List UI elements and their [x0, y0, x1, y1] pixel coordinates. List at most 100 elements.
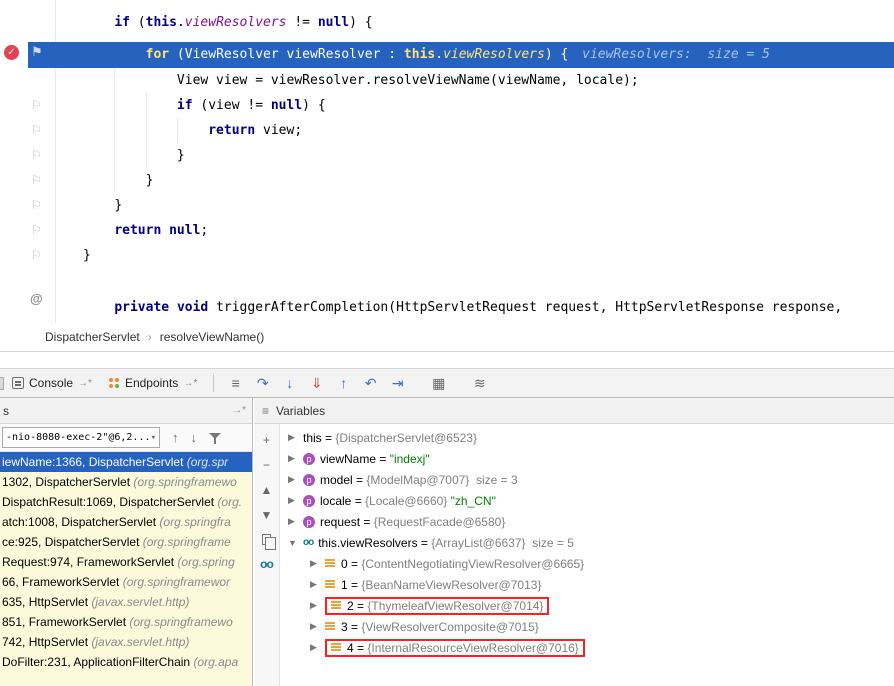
layout-menu-icon[interactable]: ≡ [222, 375, 249, 391]
chevron-right-icon[interactable]: ▶ [310, 579, 325, 590]
tab-endpoints[interactable]: Endpoints →* [100, 369, 205, 397]
code-line[interactable]: private void triggerAfterCompletion(Http… [28, 295, 894, 321]
variable-row[interactable]: ▶4 = {InternalResourceViewResolver@7016} [280, 637, 894, 658]
frame-location: iewName:1366, DispatcherServlet [2, 455, 187, 469]
stack-frame-row[interactable]: 66, FrameworkServlet (org.springframewor [0, 572, 252, 592]
code-indent [83, 47, 146, 62]
variable-row[interactable]: ▶2 = {ThymeleafViewResolver@7014} [280, 595, 894, 616]
code-line[interactable]: return view; [28, 118, 894, 144]
bookmark-flag-icon[interactable]: ⚐ [31, 168, 42, 193]
variable-row[interactable]: ▶pviewName = "indexj" [280, 448, 894, 469]
code-token: this [404, 47, 435, 62]
variable-row[interactable]: ▼oothis.viewResolvers = {ArrayList@6637}… [280, 532, 894, 553]
chevron-right-icon[interactable]: ▶ [288, 453, 303, 464]
chevron-down-icon[interactable]: ▼ [288, 538, 303, 548]
drop-frame-icon[interactable]: ↶ [357, 375, 384, 392]
stack-frame-row[interactable]: DispatchResult:1069, DispatcherServlet (… [0, 492, 252, 512]
variables-toolbar: + − ▲ ▼ oo [254, 424, 280, 686]
stack-frame-row[interactable]: Request:974, FrameworkServlet (org.sprin… [0, 552, 252, 572]
code-token: } [114, 198, 122, 213]
equals-sign: = [354, 641, 368, 655]
code-line[interactable]: } [28, 193, 894, 219]
breakpoint-hit-icon[interactable]: ✓ [4, 45, 19, 60]
stack-frame-row[interactable]: 1302, DispatcherServlet (org.springframe… [0, 472, 252, 492]
array-item-icon [325, 559, 335, 568]
breadcrumb-item-method[interactable]: resolveViewName() [160, 330, 264, 344]
variable-content: prequest = {RequestFacade@6580} [303, 515, 505, 529]
variable-value: {InternalResourceViewResolver@7016} [367, 641, 578, 655]
move-down-icon[interactable]: ▼ [261, 509, 273, 521]
toolbar-separator [213, 374, 214, 392]
variable-row[interactable]: ▶pmodel = {ModelMap@7007} size = 3 [280, 469, 894, 490]
code-line[interactable]: if (this.viewResolvers != null) { [28, 10, 894, 36]
stack-frame-row[interactable]: DoFilter:231, ApplicationFilterChain (or… [0, 652, 252, 672]
frame-location: atch:1008, DispatcherServlet [2, 515, 159, 529]
stack-frame-row[interactable]: 851, FrameworkServlet (org.springframewo [0, 612, 252, 632]
chevron-right-icon[interactable]: ▶ [310, 642, 325, 653]
variable-row[interactable]: ▶plocale = {Locale@6660} "zh_CN" [280, 490, 894, 511]
execution-line[interactable]: for (ViewResolver viewResolver : this.vi… [28, 42, 894, 68]
variable-row[interactable]: ▶this = {DispatcherServlet@6523} [280, 427, 894, 448]
code-line[interactable]: } [28, 168, 894, 194]
view-layout-grid-icon[interactable]: ▦ [425, 375, 452, 392]
bookmark-flag-icon[interactable]: ⚐ [31, 93, 42, 118]
code-token [161, 223, 169, 238]
array-item-icon [331, 601, 341, 610]
equals-sign: = [351, 494, 365, 508]
step-over-icon[interactable]: ↷ [249, 375, 276, 392]
chevron-right-icon[interactable]: ▶ [310, 621, 325, 632]
variable-row[interactable]: ▶0 = {ContentNegotiatingViewResolver@666… [280, 553, 894, 574]
add-watch-icon[interactable]: + [263, 434, 270, 446]
filter-icon[interactable] [209, 432, 221, 444]
tab-console-pin: →* [78, 378, 92, 389]
annotation-red-box: 2 = {ThymeleafViewResolver@7014} [325, 597, 549, 615]
code-line[interactable]: if (view != null) { [28, 93, 894, 119]
bookmark-flag-icon[interactable]: ⚐ [31, 193, 42, 218]
evaluate-renderers-icon[interactable]: ≋ [466, 375, 493, 392]
bookmark-flag-icon[interactable]: ⚐ [31, 143, 42, 168]
stack-frame-row[interactable]: 742, HttpServlet (javax.servlet.http) [0, 632, 252, 652]
bookmark-flag-icon[interactable]: ⚐ [31, 243, 42, 268]
show-watches-icon[interactable]: oo [260, 558, 273, 570]
step-into-icon[interactable]: ↓ [276, 375, 303, 391]
bookmark-flag-icon[interactable]: ⚐ [31, 118, 42, 143]
thread-selector[interactable]: -nio-8080-exec-2"@6,2... ▾ [2, 427, 160, 448]
breadcrumb-item-class[interactable]: DispatcherServlet [45, 330, 140, 344]
chevron-right-icon[interactable]: ▶ [288, 432, 303, 443]
parameter-icon: p [303, 453, 315, 465]
chevron-right-icon[interactable]: ▶ [310, 558, 325, 569]
stack-frame-row[interactable]: atch:1008, DispatcherServlet (org.spring… [0, 512, 252, 532]
bookmark-icon[interactable]: ⚑ [31, 44, 43, 60]
variable-name: 3 [341, 620, 348, 634]
step-out-icon[interactable]: ↑ [330, 375, 357, 391]
stack-frame-row[interactable]: ce:925, DispatcherServlet (org.springfra… [0, 532, 252, 552]
code-line[interactable]: } [28, 143, 894, 169]
stack-frame-row[interactable]: 635, HttpServlet (javax.servlet.http) [0, 592, 252, 612]
code-line[interactable]: return null; [28, 218, 894, 244]
bookmark-flag-icon[interactable]: ⚐ [31, 218, 42, 243]
chevron-right-icon[interactable]: ▶ [288, 516, 303, 527]
chevron-right-icon[interactable]: ▶ [288, 495, 303, 506]
stack-frame-row[interactable]: iewName:1366, DispatcherServlet (org.spr [0, 452, 252, 472]
frames-pin-icon[interactable]: →* [232, 405, 246, 416]
tab-console[interactable]: Console →* [4, 369, 100, 397]
variable-row[interactable]: ▶1 = {BeanNameViewResolver@7013} [280, 574, 894, 595]
chevron-right-icon[interactable]: ▶ [310, 600, 325, 611]
variable-row[interactable]: ▶3 = {ViewResolverComposite@7015} [280, 616, 894, 637]
run-to-cursor-icon[interactable]: ⇥ [384, 375, 411, 392]
copy-icon[interactable] [262, 534, 271, 545]
code-editor[interactable]: if (this.viewResolvers != null) { for (V… [0, 0, 894, 323]
force-step-into-icon[interactable]: ⇓ [303, 375, 330, 392]
breadcrumb-separator: › [148, 330, 152, 344]
code-line[interactable]: } [28, 243, 894, 269]
remove-watch-icon[interactable]: − [263, 459, 270, 471]
move-up-icon[interactable]: ▲ [261, 484, 273, 496]
code-line[interactable]: View view = viewResolver.resolveViewName… [28, 68, 894, 94]
chevron-right-icon[interactable]: ▶ [288, 474, 303, 485]
frame-package: (org. [217, 495, 242, 509]
prev-frame-icon[interactable]: ↑ [172, 430, 179, 445]
equals-sign: = [348, 620, 362, 634]
frame-package: (javax.servlet.http) [91, 635, 189, 649]
variable-row[interactable]: ▶prequest = {RequestFacade@6580} [280, 511, 894, 532]
next-frame-icon[interactable]: ↓ [191, 430, 198, 445]
